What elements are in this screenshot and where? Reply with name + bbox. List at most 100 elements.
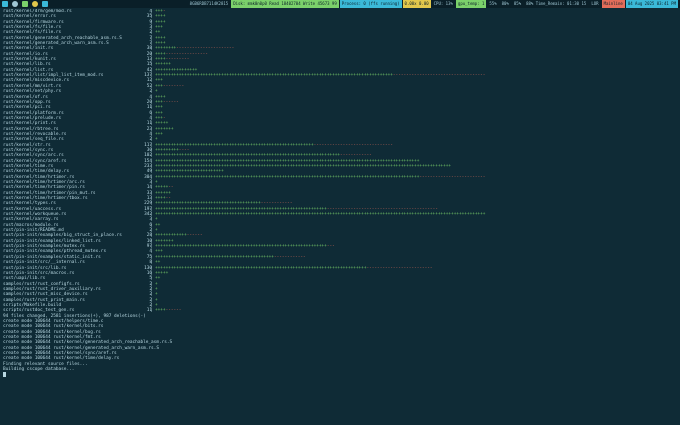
status-segment: LOR	[589, 0, 601, 8]
insertions-bar: +	[155, 137, 158, 143]
insertions-bar: ++++++	[155, 62, 171, 68]
status-segment: Disk: mmk0n0p0 Read 18402704 Write 45673…	[231, 0, 339, 8]
insertions-bar: ++	[155, 222, 161, 228]
cursor	[3, 372, 6, 378]
insertions-bar: +++	[155, 99, 163, 105]
deletions-bar: --	[168, 185, 174, 191]
insertions-bar: ++++	[155, 51, 166, 57]
insertions-bar: +++	[155, 115, 163, 121]
insertions-bar: +	[155, 286, 158, 292]
status-bar-left	[2, 0, 48, 8]
insertions-bar: ++++++++++++++++++++++++++++++++++++++++…	[155, 142, 314, 148]
insertions-bar: ++++++++++++++++++++++++++++++++++++++++…	[155, 244, 327, 250]
insertions-bar: +++	[155, 249, 163, 255]
deletions-bar: ---	[326, 244, 335, 250]
insertions-bar: ++++++++	[155, 46, 177, 52]
insertions-bar: ++++	[155, 196, 166, 202]
deletions-bar: -------------------------	[366, 265, 433, 271]
terminal-output[interactable]: rust/kernel/drm/gem/mod.rs 4 | +++- rust/ker…	[3, 9, 679, 425]
insertions-bar: ++++	[155, 308, 166, 314]
insertions-bar: +++++	[155, 270, 169, 276]
insertions-bar: ++++++++++++++++++++++++++++++++++++++++…	[155, 163, 452, 169]
insertions-bar: ++++	[155, 41, 166, 47]
insertions-bar: ++++	[155, 19, 166, 25]
insertions-bar: ++++++	[155, 190, 171, 196]
insertions-bar: +++	[155, 78, 163, 84]
prompt-line[interactable]	[3, 372, 679, 378]
deletions-bar: -----------------------------------	[392, 73, 486, 79]
deletions-bar: ------------	[340, 153, 372, 159]
insertions-bar: ++++++++++++++++++++++++++++++++++++++++	[155, 201, 261, 207]
insertions-bar: ++	[155, 30, 161, 36]
status-segment: 8GB6RDB7114K2815	[187, 0, 231, 8]
files-icon[interactable]	[42, 1, 48, 7]
status-bar-segments: 8GB6RDB7114K2815 Disk: mmk0n0p0 Read 1840…	[187, 0, 678, 8]
insertions-bar: ++++	[155, 57, 166, 63]
insertions-bar: +	[155, 302, 158, 308]
insertions-bar: +++++++++	[155, 147, 179, 153]
deletions-bar: ----------------------------------------…	[326, 206, 438, 212]
deletions-bar: ----	[178, 147, 190, 153]
insertions-bar: +	[155, 292, 158, 298]
deletions-bar: ----------------------	[176, 46, 235, 52]
deletions-bar: ------	[165, 308, 182, 314]
insertions-bar: +	[155, 180, 158, 185]
insertions-bar: ++++++++++++++++++++++++++	[155, 169, 224, 175]
insertions-bar: +++++++	[155, 238, 174, 244]
insertions-bar: +++	[155, 25, 163, 31]
deletions-bar: --------	[162, 83, 185, 89]
status-segment: 55%	[487, 0, 499, 8]
deletions-bar: --	[165, 196, 171, 202]
status-bar: 8GB6RDB7114K2815 Disk: mmk0n0p0 Read 1840…	[0, 0, 680, 8]
insertions-bar: +++	[155, 83, 163, 89]
insertions-bar: ++++++++++++++++++++++++++++++++++++++++…	[155, 153, 341, 159]
insertions-bar: ++++++++++++++++++++++++++++++++++++++++…	[155, 158, 420, 164]
status-segment: Process: 0 (ffs running)	[339, 0, 402, 8]
insertions-bar: +++	[155, 131, 163, 137]
deletions-bar: ------	[162, 99, 179, 105]
deletions-bar: -	[162, 9, 166, 14]
insertions-bar: ++++++++++++++++++++++++++++++++++++++++…	[155, 206, 327, 212]
insertions-bar: +	[155, 217, 158, 223]
deletions-bar: ----------------	[165, 51, 208, 57]
refresh-icon[interactable]	[12, 1, 18, 7]
insertions-bar: +	[155, 228, 158, 234]
insertions-bar: +++++	[155, 121, 169, 127]
insertions-bar: ++++	[155, 14, 166, 20]
deletions-bar: -	[162, 115, 166, 121]
status-segment: 0.00x 0.00	[402, 0, 431, 8]
status-segment: 80%	[499, 0, 511, 8]
insertions-bar: ++++++++++++++++++++++++++++++++++++++++…	[155, 73, 393, 79]
status-segment: Mainline	[601, 0, 625, 8]
status-segment: 04 Aug 2025 03:41 PM	[625, 0, 678, 8]
insertions-bar: +++	[155, 9, 163, 14]
insertions-bar: ++++	[155, 35, 166, 41]
insertions-bar: +	[155, 89, 158, 95]
insertions-bar: +++++++	[155, 126, 174, 132]
insertions-bar: +	[155, 281, 158, 287]
deletions-bar: ------------	[260, 201, 293, 207]
browser-icon[interactable]	[32, 1, 38, 7]
insertions-bar: +++	[155, 110, 163, 116]
insertions-bar: ++++++++++++	[155, 233, 187, 239]
insertions-bar: ++	[155, 276, 161, 282]
deletions-bar: ------	[186, 233, 203, 239]
insertions-bar: ++++++++++++++++	[155, 67, 198, 73]
terminal-icon[interactable]	[22, 1, 28, 7]
insertions-bar: ++++++++++++++++++++++++++++++++++++++++…	[155, 254, 274, 260]
diffstat-list: rust/kernel/drm/gem/mod.rs 4 | +++- rust/ker…	[3, 9, 679, 314]
status-segment: 88% Time_Remain: 01:30 15	[524, 0, 589, 8]
deletions-bar: ---------	[165, 57, 190, 63]
commit-summary: 94 files changed, 2581 insertions(+), 98…	[3, 314, 679, 373]
app-menu-icon[interactable]	[2, 1, 8, 7]
deletions-bar: ------------	[273, 254, 306, 260]
insertions-bar: ++++++++++++++++++++++++++++++++++++++++…	[155, 174, 420, 180]
status-segment: 85%	[511, 0, 524, 8]
deletions-bar: ------------------------------	[313, 142, 393, 148]
status-segment: CPU: 13%	[431, 0, 455, 8]
insertions-bar: +++++	[155, 185, 169, 191]
insertions-bar: ++++++++++++++++++++++++++++++++++++++++…	[155, 265, 367, 271]
insertions-bar: ++++	[155, 94, 166, 100]
status-segment: gpu_temp: 1	[455, 0, 487, 8]
insertions-bar: ++	[155, 260, 161, 266]
